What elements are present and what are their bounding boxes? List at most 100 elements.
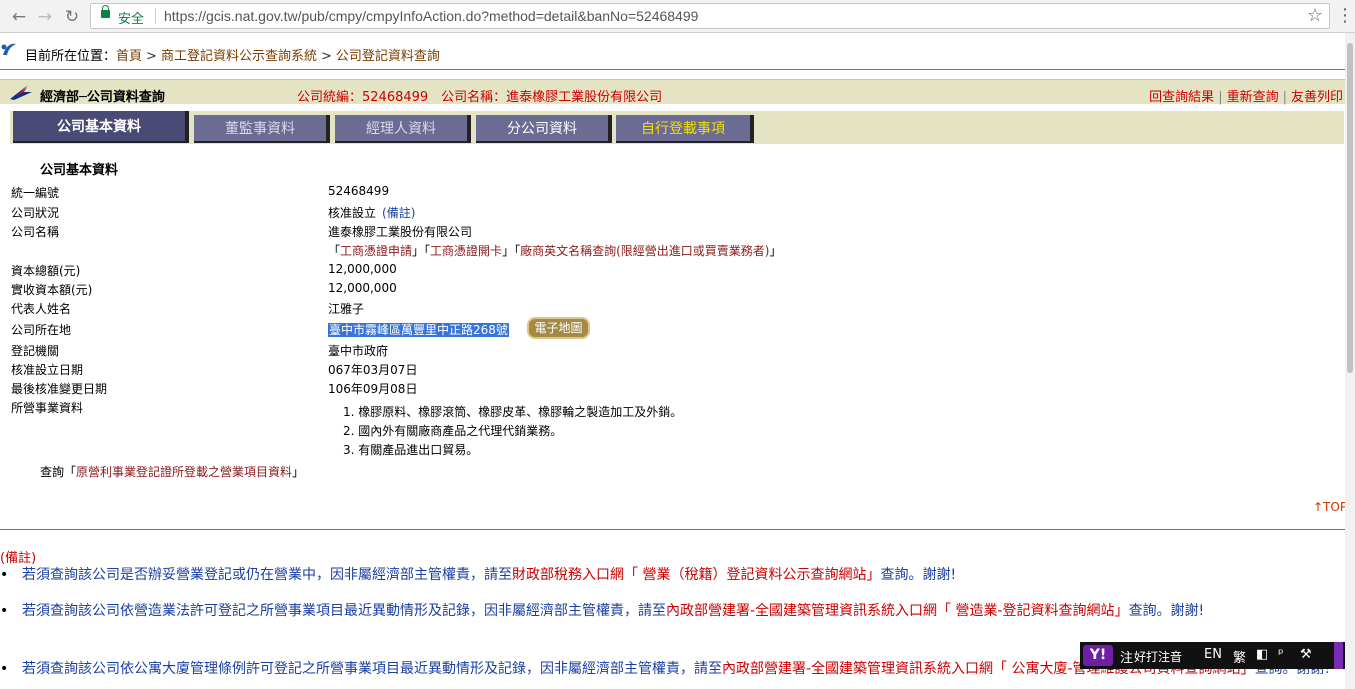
ime-mode-name[interactable]: 好打注音 [1134, 648, 1182, 665]
field-value: 臺中市政府 [328, 344, 389, 358]
field-row: 公司所在地 臺中市霧峰區萬豐里中正路268號 [0, 319, 1345, 338]
secure-label: 安全 [118, 12, 145, 27]
tab-directors[interactable]: 董監事資料 [194, 115, 330, 143]
field-value: 106年09月08日 [328, 382, 418, 396]
field-label: 所營事業資料 [11, 401, 84, 415]
half-full-width-icon[interactable]: ◧ [1256, 647, 1268, 662]
field-row: 資本總額(元) 12,000,000 [0, 260, 1345, 279]
field-label: 公司狀況 [11, 206, 60, 220]
field-value: 江雅子 [328, 302, 365, 316]
address-divider [155, 8, 156, 24]
print-friendly-link[interactable]: 友善列印 [1291, 90, 1343, 105]
field-label: 最後核准變更日期 [11, 382, 108, 396]
back-to-results-link[interactable]: 回查詢結果 [1149, 90, 1214, 105]
field-row: 最後核准變更日期 106年09月08日 [0, 378, 1345, 397]
breadcrumb-separator: > [146, 49, 157, 64]
remark-text: 若須查詢該公司依公寓大廈管理條例許可登記之所營事業項目最近異動情形及記錄，因非屬… [22, 661, 722, 677]
page-scrollbar[interactable] [1345, 33, 1355, 689]
field-value: 067年03月07日 [328, 363, 418, 377]
divider [0, 529, 1345, 530]
reload-icon[interactable]: ↻ [61, 6, 83, 28]
business-item: 1. 橡膠原料、橡膠滾筒、橡膠皮革、橡膠輪之製造加工及外銷。 [343, 405, 683, 419]
page-content: 目前所在位置：首頁 > 商工登記資料公示查詢系統 > 公司登記資料查詢 經濟部─公司資料… [0, 33, 1345, 689]
field-label: 登記機關 [11, 344, 60, 358]
field-value: 進泰橡膠工業股份有限公司 [328, 225, 473, 239]
breadcrumb-current[interactable]: 公司登記資料查詢 [336, 49, 440, 64]
moea-logo-icon [10, 85, 32, 100]
field-row: 核准設立日期 067年03月07日 [0, 359, 1345, 378]
divider [0, 69, 1345, 70]
section-title: 公司基本資料 [40, 163, 119, 178]
cert-activate-link[interactable]: 工商憑證開卡 [430, 244, 502, 258]
settings-wrench-icon[interactable]: ⚒ [1300, 647, 1312, 662]
tax-portal-link[interactable]: 財政部稅務入口網「 營業（稅籍）登記資料公示查詢網站」 [512, 567, 880, 583]
field-label: 實收資本額(元) [11, 283, 93, 297]
bookmark-star-icon[interactable]: ☆ [1307, 5, 1323, 26]
tab-branches[interactable]: 分公司資料 [476, 115, 612, 143]
query-prefix: 查詢「 [40, 465, 77, 479]
field-row: 代表人姓名 江雅子 [0, 298, 1345, 317]
field-value: 52468499 [328, 184, 390, 198]
remark-text: 若須查詢該公司是否辦妥營業登記或仍在營業中，因非屬經濟部主管權責，請至 [22, 567, 512, 583]
title-bar: 經濟部─公司資料查詢 公司統編：52468499 公司名稱：進泰橡膠工業股份有限… [0, 79, 1345, 105]
field-value: 12,000,000 [328, 281, 397, 295]
scrollbar-thumb[interactable] [1347, 43, 1353, 373]
query-suffix: 」 [292, 465, 305, 479]
yahoo-ime-logo: Y! [1083, 645, 1113, 666]
field-label: 公司所在地 [11, 323, 72, 337]
bullet-icon: • [0, 661, 9, 677]
cert-apply-link[interactable]: 工商憑證申請 [340, 244, 412, 258]
field-label: 統一編號 [11, 186, 60, 200]
site-location-icon [0, 41, 18, 59]
browser-menu-icon[interactable]: ⋮ [1336, 5, 1354, 26]
back-to-top-link[interactable]: ↑TOP [1313, 500, 1345, 514]
english-name-link[interactable]: 廠商英文名稱查詢(限經營出進口或買賣業務者) [520, 244, 769, 258]
bracket: 」 [769, 244, 782, 258]
browser-toolbar: ← → ↻ 安全 https://gcis.nat.gov.tw/pub/cmp… [0, 0, 1355, 33]
map-button[interactable]: 電子地圖 [527, 317, 590, 339]
business-item: 3. 有關產品進出口貿易。 [343, 443, 479, 457]
remark-text: 查詢。謝謝! [1128, 603, 1205, 619]
certificate-links-row: 「工商憑證申請」「工商憑證開卡」「廠商英文名稱查詢(限經營出進口或買賣業務者)」 [0, 240, 1345, 259]
ime-language[interactable]: EN [1204, 647, 1222, 662]
company-summary: 公司統編：52468499 公司名稱：進泰橡膠工業股份有限公司 [297, 90, 663, 105]
ime-script[interactable]: 繁 [1233, 647, 1246, 666]
link-separator: | [1282, 90, 1287, 105]
breadcrumb: 目前所在位置：首頁 > 商工登記資料公示查詢系統 > 公司登記資料查詢 [0, 41, 1345, 64]
tab-basic-info[interactable]: 公司基本資料 [13, 111, 189, 143]
punctuation-icon[interactable]: ᵖ [1278, 647, 1284, 662]
tab-managers[interactable]: 經理人資料 [335, 115, 471, 143]
query-line: 查詢「原營利事業登記證所登載之營業項目資料」 [40, 463, 304, 480]
bracket: 「 [328, 244, 341, 258]
remark-text: 若須查詢該公司依營造業法許可登記之所營事業項目最近異動情形及記錄，因非屬經濟部主… [22, 603, 666, 619]
ime-mode-char[interactable]: 注 [1120, 647, 1133, 666]
breadcrumb-system-link[interactable]: 商工登記資料公示查詢系統 [161, 49, 317, 64]
url-text[interactable]: https://gcis.nat.gov.tw/pub/cmpy/cmpyInf… [164, 8, 698, 24]
bracket: 」「 [502, 244, 521, 258]
field-label: 代表人姓名 [11, 302, 72, 316]
lock-icon [101, 5, 110, 18]
tab-self-reported[interactable]: 自行登載事項 [616, 115, 754, 143]
back-icon[interactable]: ← [8, 6, 30, 28]
field-row: 公司名稱 進泰橡膠工業股份有限公司 [0, 221, 1345, 240]
address-value[interactable]: 臺中市霧峰區萬豐里中正路268號 [328, 323, 509, 337]
ime-toolbar[interactable]: Y! 注 好打注音 EN 繁 ◧ ᵖ ⚒ [1080, 642, 1345, 669]
new-search-link[interactable]: 重新查詢 [1227, 90, 1279, 105]
breadcrumb-home-link[interactable]: 首頁 [116, 49, 142, 64]
field-value: 核准設立 [328, 206, 377, 220]
field-row: 實收資本額(元) 12,000,000 [0, 279, 1345, 298]
field-row: 登記機關 臺中市政府 [0, 340, 1345, 359]
bullet-icon: • [0, 603, 9, 619]
field-row: 公司狀況 核准設立 (備註) [0, 202, 1345, 221]
link-separator: | [1218, 90, 1223, 105]
original-business-items-link[interactable]: 原營利事業登記證所登載之營業項目資料 [76, 465, 292, 479]
construction-portal-link[interactable]: 內政部營建署-全國建築管理資訊系統入口網「 營造業-登記資料查詢網站」 [666, 603, 1129, 619]
field-label: 核准設立日期 [11, 363, 84, 377]
business-item: 2. 國內外有關廠商產品之代理代銷業務。 [343, 424, 563, 438]
ime-handle[interactable] [1334, 642, 1343, 669]
tab-bar: 公司基本資料 董監事資料 經理人資料 分公司資料 自行登載事項 [10, 111, 1344, 144]
address-bar[interactable]: 安全 https://gcis.nat.gov.tw/pub/cmpy/cmpy… [90, 3, 1330, 29]
status-note-link[interactable]: (備註) [382, 206, 415, 220]
forward-icon[interactable]: → [34, 6, 56, 28]
field-label: 資本總額(元) [11, 264, 81, 278]
